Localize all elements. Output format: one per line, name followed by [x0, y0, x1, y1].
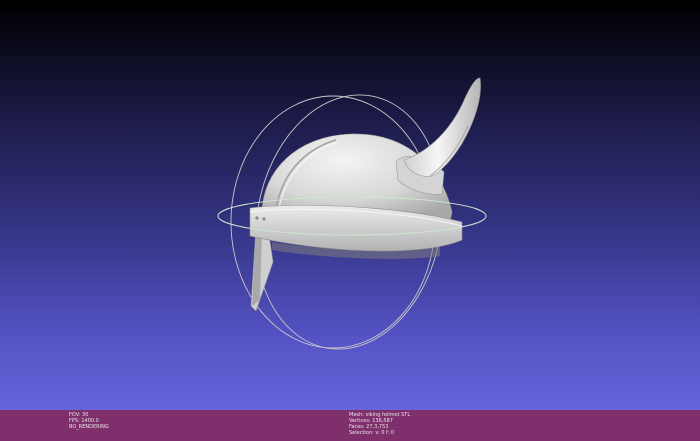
render-info-panel: FOV: 30 FPS: 1400.0 BO_RENDERING — [69, 412, 109, 430]
scene-canvas[interactable] — [0, 0, 700, 410]
helmet-model[interactable] — [249, 77, 481, 312]
horn — [403, 77, 481, 177]
rivet — [262, 217, 266, 221]
mesh-info-panel: Mesh: viking helmet STL Vertices: 136,58… — [349, 412, 410, 436]
rivet — [255, 216, 259, 220]
render-mode-readout: BO_RENDERING — [69, 424, 109, 430]
3d-viewport[interactable] — [0, 0, 700, 410]
selection-readout: Selection: v: 0 f: 0 — [349, 430, 395, 436]
status-bar: FOV: 30 FPS: 1400.0 BO_RENDERING Mesh: v… — [0, 410, 700, 441]
